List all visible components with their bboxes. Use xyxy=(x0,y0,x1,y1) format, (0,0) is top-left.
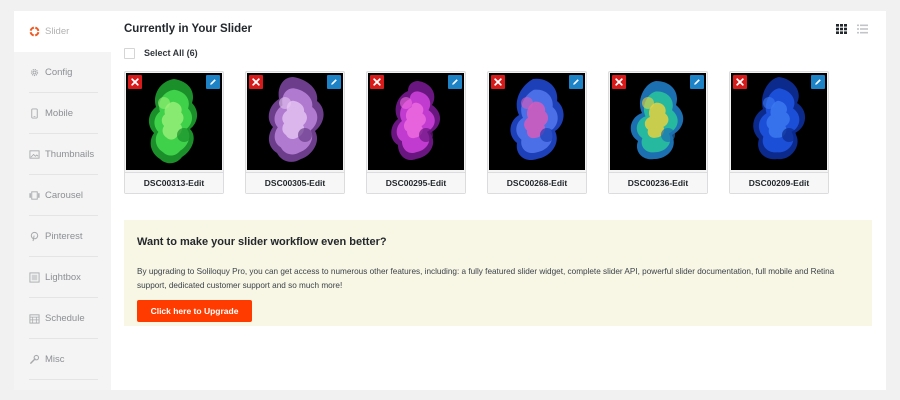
slide-card[interactable]: DSC00305-Edit xyxy=(245,71,345,194)
main-content: Currently in Your Slider Select All (6) … xyxy=(111,11,886,390)
slide-title: DSC00268-Edit xyxy=(488,172,586,193)
list-view-button[interactable] xyxy=(857,24,868,34)
slide-card[interactable]: DSC00209-Edit xyxy=(729,71,829,194)
wrench-icon xyxy=(29,354,40,365)
select-all-label: Select All (6) xyxy=(144,48,198,58)
sidebar: Slider Config Mobile Thumbnails Carousel xyxy=(14,11,111,390)
edit-slide-button[interactable] xyxy=(569,75,583,89)
slide-card[interactable]: DSC00236-Edit xyxy=(608,71,708,194)
remove-slide-button[interactable] xyxy=(491,75,505,89)
sidebar-item-label: Schedule xyxy=(45,313,85,324)
upgrade-notice: Want to make your slider workflow even b… xyxy=(124,220,872,326)
sidebar-item-thumbnails[interactable]: Thumbnails xyxy=(14,134,111,175)
sidebar-item-label: Lightbox xyxy=(45,272,81,283)
sidebar-item-lightbox[interactable]: Lightbox xyxy=(14,257,111,298)
remove-slide-button[interactable] xyxy=(128,75,142,89)
edit-slide-button[interactable] xyxy=(690,75,704,89)
pencil-icon xyxy=(452,79,458,85)
sidebar-item-label: Mobile xyxy=(45,108,73,119)
sidebar-item-label: Misc xyxy=(45,354,65,365)
close-icon xyxy=(252,78,260,86)
lifebuoy-icon xyxy=(29,26,40,37)
close-icon xyxy=(615,78,623,86)
image-icon xyxy=(29,149,40,160)
grid-view-icon xyxy=(836,24,847,34)
upgrade-description: By upgrading to Soliloquy Pro, you can g… xyxy=(137,267,835,290)
pencil-icon xyxy=(331,79,337,85)
sidebar-item-schedule[interactable]: Schedule xyxy=(14,298,111,339)
remove-slide-button[interactable] xyxy=(370,75,384,89)
sidebar-item-label: Pinterest xyxy=(45,231,83,242)
grid-view-button[interactable] xyxy=(836,24,847,34)
lightbox-icon xyxy=(29,272,40,283)
pencil-icon xyxy=(210,79,216,85)
sidebar-item-label: Thumbnails xyxy=(45,149,95,160)
sidebar-item-label: Carousel xyxy=(45,190,84,201)
mobile-icon xyxy=(29,108,40,119)
remove-slide-button[interactable] xyxy=(733,75,747,89)
close-icon xyxy=(373,78,381,86)
upgrade-heading: Want to make your slider workflow even b… xyxy=(137,236,387,248)
edit-slide-button[interactable] xyxy=(206,75,220,89)
sidebar-item-mobile[interactable]: Mobile xyxy=(14,93,111,134)
carousel-icon xyxy=(29,190,40,201)
pencil-icon xyxy=(694,79,700,85)
sidebar-item-slider[interactable]: Slider xyxy=(14,11,111,52)
slide-card[interactable]: DSC00313-Edit xyxy=(124,71,224,194)
select-all-checkbox[interactable]: Select All (6) xyxy=(124,47,198,59)
slide-title: DSC00236-Edit xyxy=(609,172,707,193)
slide-card[interactable]: DSC00295-Edit xyxy=(366,71,466,194)
slide-title: DSC00295-Edit xyxy=(367,172,465,193)
pinterest-icon xyxy=(29,231,40,242)
list-view-icon xyxy=(857,24,868,34)
remove-slide-button[interactable] xyxy=(249,75,263,89)
close-icon xyxy=(494,78,502,86)
checkbox[interactable] xyxy=(124,47,135,59)
edit-slide-button[interactable] xyxy=(448,75,462,89)
sidebar-item-carousel[interactable]: Carousel xyxy=(14,175,111,216)
pencil-icon xyxy=(573,79,579,85)
slide-card[interactable]: DSC00268-Edit xyxy=(487,71,587,194)
page-title: Currently in Your Slider xyxy=(124,23,253,35)
remove-slide-button[interactable] xyxy=(612,75,626,89)
edit-slide-button[interactable] xyxy=(327,75,341,89)
close-icon xyxy=(736,78,744,86)
slide-title: DSC00305-Edit xyxy=(246,172,344,193)
sidebar-item-pinterest[interactable]: Pinterest xyxy=(14,216,111,257)
edit-slide-button[interactable] xyxy=(811,75,825,89)
sidebar-item-config[interactable]: Config xyxy=(14,52,111,93)
sidebar-item-label: Slider xyxy=(45,26,70,37)
close-icon xyxy=(131,78,139,86)
pencil-icon xyxy=(815,79,821,85)
calendar-icon xyxy=(29,313,40,324)
sidebar-item-misc[interactable]: Misc xyxy=(14,339,111,380)
upgrade-button[interactable]: Click here to Upgrade xyxy=(137,300,252,322)
settings-panel: Slider Config Mobile Thumbnails Carousel xyxy=(14,11,886,390)
slide-title: DSC00313-Edit xyxy=(125,172,223,193)
slide-title: DSC00209-Edit xyxy=(730,172,828,193)
sidebar-item-label: Config xyxy=(45,67,73,78)
gear-icon xyxy=(29,67,40,78)
